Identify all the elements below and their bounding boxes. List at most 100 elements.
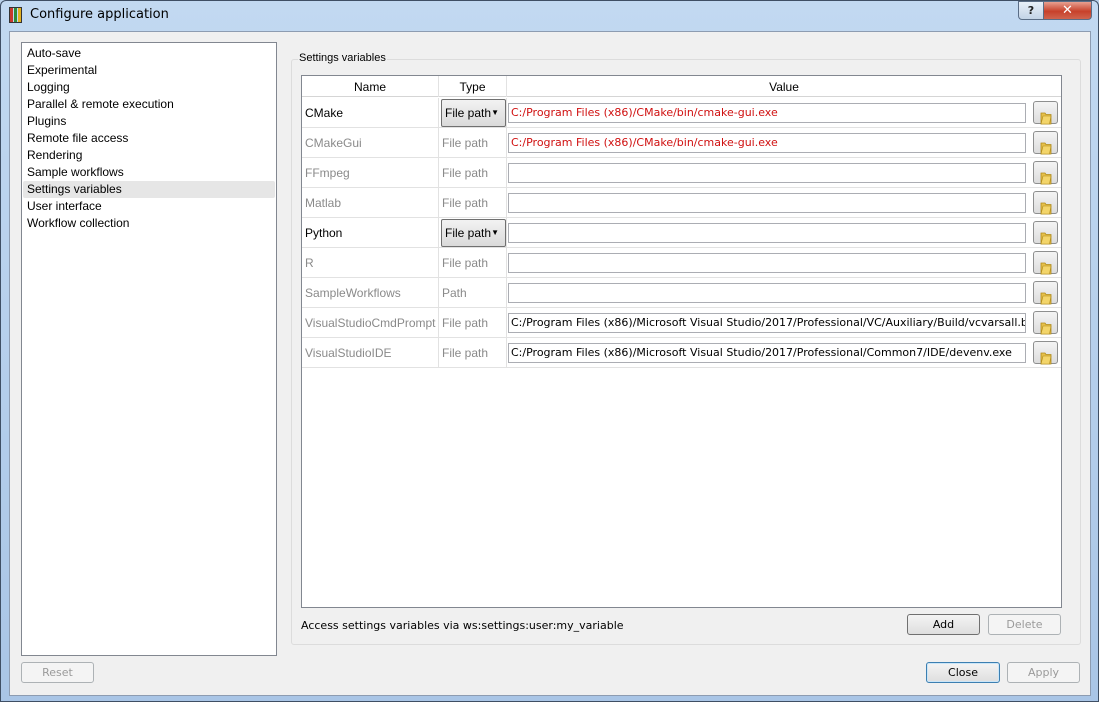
- column-header-name[interactable]: Name: [302, 76, 439, 97]
- type-combobox[interactable]: File path ▼: [441, 219, 506, 247]
- folder-icon: [1040, 316, 1052, 334]
- variable-type-cell: File path ▼: [439, 98, 507, 128]
- settings-variables-hint: Access settings variables via ws:setting…: [301, 619, 624, 632]
- window-close-button[interactable]: ✕: [1043, 1, 1092, 20]
- close-button[interactable]: Close: [926, 662, 1000, 683]
- variable-name-cell: Matlab: [302, 188, 439, 218]
- folder-icon: [1040, 196, 1052, 214]
- value-input[interactable]: [508, 253, 1026, 273]
- variable-value-cell: C:/Program Files (x86)/Microsoft Visual …: [507, 308, 1061, 338]
- variable-name-cell: Python: [302, 218, 439, 248]
- column-header-value[interactable]: Value: [507, 76, 1061, 97]
- variable-value-cell: C:/Program Files (x86)/CMake/bin/cmake-g…: [507, 128, 1061, 158]
- folder-icon: [1040, 106, 1052, 124]
- variable-type-cell: Path: [439, 278, 507, 308]
- browse-button[interactable]: [1033, 161, 1058, 184]
- variable-type-cell: File path: [439, 338, 507, 368]
- group-title: Settings variables: [298, 52, 387, 64]
- folder-icon: [1040, 256, 1052, 274]
- table-row[interactable]: Matlab File path: [302, 188, 1061, 218]
- variable-value-cell: [507, 188, 1061, 218]
- type-combobox-value: File path: [445, 226, 492, 240]
- variable-type-cell: File path: [439, 248, 507, 278]
- folder-icon: [1040, 286, 1052, 304]
- variable-value-cell: [507, 218, 1061, 248]
- browse-button[interactable]: [1033, 191, 1058, 214]
- browse-button[interactable]: [1033, 281, 1058, 304]
- category-item[interactable]: Auto-save: [23, 45, 275, 62]
- variable-name-cell: VisualStudioIDE: [302, 338, 439, 368]
- table-row[interactable]: R File path: [302, 248, 1061, 278]
- variable-value-cell: [507, 158, 1061, 188]
- folder-icon: [1040, 166, 1052, 184]
- table-row[interactable]: CMake File path ▼ C:/Program Files (x86)/CM…: [302, 98, 1061, 128]
- category-list[interactable]: Auto-save Experimental Logging Parallel & r…: [21, 42, 277, 656]
- table-row[interactable]: VisualStudioIDE File path C:/Program Files…: [302, 338, 1061, 368]
- category-item[interactable]: Experimental: [23, 62, 275, 79]
- add-button[interactable]: Add: [907, 614, 980, 635]
- category-item[interactable]: Workflow collection: [23, 215, 275, 232]
- folder-icon: [1040, 136, 1052, 154]
- variable-name-cell: CMake: [302, 98, 439, 128]
- category-item[interactable]: Plugins: [23, 113, 275, 130]
- category-item[interactable]: Rendering: [23, 147, 275, 164]
- table-row[interactable]: VisualStudioCmdPrompt File path C:/Program…: [302, 308, 1061, 338]
- variable-type-cell: File path: [439, 158, 507, 188]
- help-button[interactable]: ?: [1018, 1, 1044, 20]
- column-header-type[interactable]: Type: [439, 76, 507, 97]
- variable-type-cell: File path: [439, 188, 507, 218]
- browse-button[interactable]: [1033, 251, 1058, 274]
- category-item[interactable]: Sample workflows: [23, 164, 275, 181]
- delete-button[interactable]: Delete: [988, 614, 1061, 635]
- value-input[interactable]: [508, 163, 1026, 183]
- category-item[interactable]: Logging: [23, 79, 275, 96]
- type-combobox[interactable]: File path ▼: [441, 99, 506, 127]
- browse-button[interactable]: [1033, 341, 1058, 364]
- category-item[interactable]: Parallel & remote execution: [23, 96, 275, 113]
- variable-type-cell: File path: [439, 128, 507, 158]
- variable-name-cell: R: [302, 248, 439, 278]
- category-item[interactable]: User interface: [23, 198, 275, 215]
- browse-button[interactable]: [1033, 221, 1058, 244]
- table-row[interactable]: Python File path ▼: [302, 218, 1061, 248]
- app-logo-icon: [9, 7, 22, 23]
- table-row[interactable]: FFmpeg File path: [302, 158, 1061, 188]
- variable-value-cell: C:/Program Files (x86)/Microsoft Visual …: [507, 338, 1061, 368]
- table-header: Name Type Value: [302, 76, 1061, 97]
- folder-icon: [1040, 226, 1052, 244]
- variable-value-cell: [507, 248, 1061, 278]
- value-input[interactable]: C:/Program Files (x86)/Microsoft Visual …: [508, 343, 1026, 363]
- variable-name-cell: CMakeGui: [302, 128, 439, 158]
- apply-button[interactable]: Apply: [1007, 662, 1080, 683]
- table-row[interactable]: CMakeGui File path C:/Program Files (x86)/…: [302, 128, 1061, 158]
- variable-type-cell: File path ▼: [439, 218, 507, 248]
- variable-value-cell: C:/Program Files (x86)/CMake/bin/cmake-g…: [507, 98, 1061, 128]
- reset-button[interactable]: Reset: [21, 662, 94, 683]
- category-item[interactable]: Remote file access: [23, 130, 275, 147]
- variable-name-cell: VisualStudioCmdPrompt: [302, 308, 439, 338]
- variable-name-cell: FFmpeg: [302, 158, 439, 188]
- value-input[interactable]: C:/Program Files (x86)/CMake/bin/cmake-g…: [508, 103, 1026, 123]
- browse-button[interactable]: [1033, 101, 1058, 124]
- dialog-body: Auto-save Experimental Logging Parallel & r…: [9, 31, 1091, 696]
- chevron-down-icon: ▼: [491, 228, 499, 237]
- browse-button[interactable]: [1033, 131, 1058, 154]
- value-input[interactable]: [508, 223, 1026, 243]
- variable-name-cell: SampleWorkflows: [302, 278, 439, 308]
- value-input[interactable]: [508, 193, 1026, 213]
- folder-icon: [1040, 346, 1052, 364]
- value-input[interactable]: [508, 283, 1026, 303]
- configure-application-window: Configure application ? ✕ Auto-save Exper…: [0, 0, 1099, 702]
- table-row[interactable]: SampleWorkflows Path: [302, 278, 1061, 308]
- value-input[interactable]: C:/Program Files (x86)/Microsoft Visual …: [508, 313, 1026, 333]
- chevron-down-icon: ▼: [491, 108, 499, 117]
- browse-button[interactable]: [1033, 311, 1058, 334]
- category-item[interactable]: Settings variables: [23, 181, 275, 198]
- variable-value-cell: [507, 278, 1061, 308]
- value-input[interactable]: C:/Program Files (x86)/CMake/bin/cmake-g…: [508, 133, 1026, 153]
- variable-type-cell: File path: [439, 308, 507, 338]
- variables-table[interactable]: Name Type Value CMake File path ▼ C:/Progra…: [301, 75, 1062, 608]
- window-title: Configure application: [30, 7, 169, 22]
- type-combobox-value: File path: [445, 106, 492, 120]
- title-bar[interactable]: Configure application ? ✕: [1, 1, 1098, 29]
